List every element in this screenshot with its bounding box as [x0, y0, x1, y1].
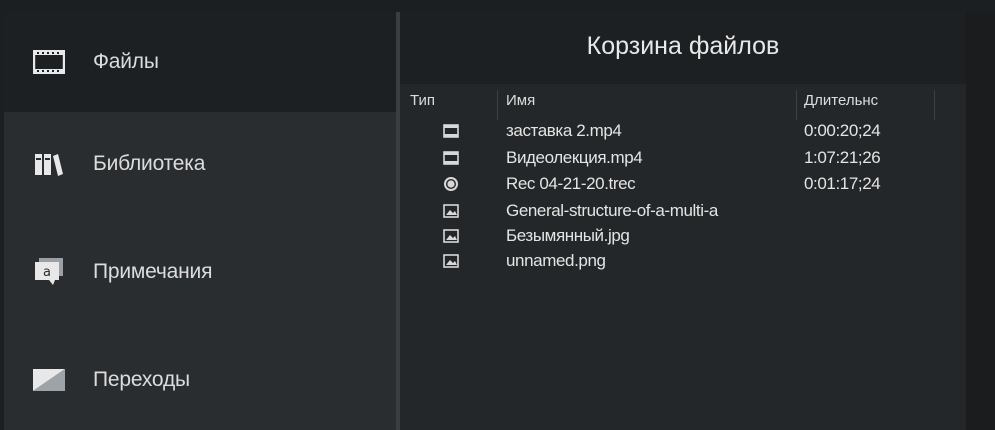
- image-file-icon: [443, 228, 459, 244]
- file-duration: 0:00:20;24: [804, 121, 881, 140]
- video-file-icon: [443, 123, 459, 139]
- table-row[interactable]: General-structure-of-a-multi-a: [400, 200, 966, 223]
- panel-title: Корзина файлов: [586, 31, 780, 60]
- annotation-callout-icon: a: [32, 258, 66, 285]
- file-duration: 0:01:17;24: [804, 174, 881, 193]
- right-panel-edge: [966, 12, 995, 430]
- table-row[interactable]: Видеолекция.mp4 1:07:21;26: [400, 147, 966, 170]
- video-file-icon: [443, 150, 459, 166]
- sidebar-item-library[interactable]: Библиотека: [4, 114, 396, 214]
- table-row[interactable]: Безымянный.jpg: [400, 225, 966, 248]
- sidebar-item-label: Библиотека: [93, 152, 206, 175]
- column-separator[interactable]: [497, 90, 498, 120]
- sidebar-item-label: Примечания: [93, 260, 213, 283]
- column-separator[interactable]: [934, 90, 935, 120]
- file-name: Видеолекция.mp4: [506, 148, 643, 167]
- film-icon: [32, 49, 66, 75]
- recording-file-icon: [443, 176, 459, 192]
- transition-icon: [32, 367, 66, 393]
- app-window: Файлы Библиотека a Примечания Переходы К…: [0, 0, 995, 430]
- column-header-name[interactable]: Имя: [506, 92, 535, 114]
- column-header-type[interactable]: Тип: [410, 92, 435, 114]
- sidebar-item-annotations[interactable]: a Примечания: [4, 222, 396, 322]
- svg-text:a: a: [43, 265, 51, 280]
- image-file-icon: [443, 253, 459, 269]
- table-row[interactable]: Rec 04-21-20.trec 0:01:17;24: [400, 173, 966, 196]
- sidebar-item-files[interactable]: Файлы: [4, 12, 396, 112]
- sidebar-item-label: Файлы: [93, 50, 159, 73]
- file-duration: 1:07:21;26: [804, 148, 881, 167]
- image-file-icon: [443, 203, 459, 219]
- file-name: Rec 04-21-20.trec: [506, 174, 636, 193]
- sidebar-item-label: Переходы: [93, 368, 190, 391]
- panel-header: Корзина файлов: [400, 12, 966, 84]
- file-name: General-structure-of-a-multi-a: [506, 201, 718, 220]
- file-name: Безымянный.jpg: [506, 226, 630, 245]
- table-row[interactable]: заставка 2.mp4 0:00:20;24: [400, 120, 966, 143]
- sidebar-item-transitions[interactable]: Переходы: [4, 330, 396, 430]
- file-name: unnamed.png: [506, 251, 606, 270]
- column-header-duration[interactable]: Длительнс: [804, 92, 932, 114]
- table-row[interactable]: unnamed.png: [400, 250, 966, 273]
- media-bin-panel: Корзина файлов Тип Имя Длительнс заставк…: [400, 12, 966, 430]
- column-separator[interactable]: [796, 90, 797, 120]
- file-name: заставка 2.mp4: [506, 121, 622, 140]
- sidebar: Файлы Библиотека a Примечания Переходы: [4, 12, 396, 430]
- library-books-icon: [32, 151, 66, 177]
